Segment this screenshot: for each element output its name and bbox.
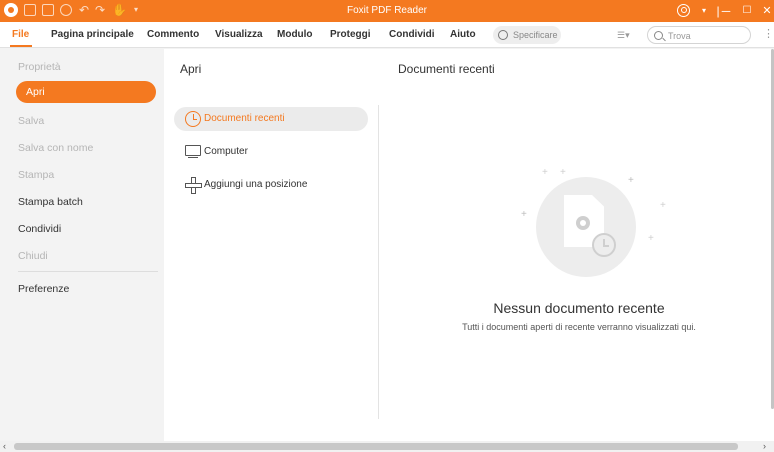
tab-modulo[interactable]: Modulo (277, 29, 313, 40)
sparkle-icon: + (521, 209, 527, 220)
title-bar: ↶ ↷ ✋ ▾ Foxit PDF Reader ▾ | ─ ☐ ✕ (0, 0, 774, 22)
sparkle-icon: + (628, 175, 634, 186)
search-input[interactable] (668, 29, 748, 42)
tell-me-placeholder: Specificare (513, 30, 558, 40)
sparkle-icon: + (648, 233, 654, 244)
foxit-logo-icon (576, 216, 590, 230)
close-button[interactable]: ✕ (756, 2, 774, 20)
sidebar-item-chiudi[interactable]: Chiudi (18, 250, 48, 262)
scroll-left-icon[interactable]: ‹ (3, 441, 6, 452)
location-documenti-recenti[interactable]: Documenti recenti (174, 107, 368, 131)
search-icon (654, 31, 663, 40)
foxit-window: ↶ ↷ ✋ ▾ Foxit PDF Reader ▾ | ─ ☐ ✕ File … (0, 0, 774, 452)
location-aggiungi-posizione[interactable]: Aggiungi una posizione (174, 173, 368, 197)
sidebar-item-stampa[interactable]: Stampa (18, 169, 54, 181)
sidebar-item-salva-con-nome[interactable]: Salva con nome (18, 142, 93, 154)
location-label: Documenti recenti (204, 113, 285, 124)
empty-state-title: Nessun documento recente (493, 300, 665, 316)
tab-pagina-principale[interactable]: Pagina principale (51, 29, 134, 40)
sidebar-item-salva[interactable]: Salva (18, 115, 44, 127)
sidebar-item-preferenze[interactable]: Preferenze (18, 283, 69, 295)
sparkle-icon: + (660, 200, 666, 211)
sidebar-item-proprieta[interactable]: Proprietà (18, 61, 61, 73)
user-account-icon[interactable] (677, 4, 690, 17)
recent-pane-title: Documenti recenti (398, 62, 495, 76)
empty-state-illustration (536, 177, 636, 277)
clock-icon (185, 111, 201, 127)
active-tab-indicator (10, 45, 32, 47)
tab-proteggi[interactable]: Proteggi (330, 29, 371, 40)
window-title: Foxit PDF Reader (346, 5, 428, 16)
location-computer[interactable]: Computer (174, 140, 368, 164)
sparkle-icon: + (542, 167, 548, 178)
pane-divider (378, 105, 379, 419)
horizontal-scroll-thumb[interactable] (14, 443, 738, 450)
tell-me-box[interactable]: Specificare (493, 26, 561, 44)
sidebar-item-condividi[interactable]: Condividi (18, 223, 61, 235)
location-label: Aggiungi una posizione (204, 179, 308, 190)
tab-visualizza[interactable]: Visualizza (215, 29, 263, 40)
computer-icon (185, 145, 201, 159)
backstage-content: Apri Documenti recenti Computer Aggiungi… (164, 49, 774, 441)
tab-condividi[interactable]: Condividi (389, 29, 435, 40)
sidebar-item-label: Apri (26, 86, 45, 98)
scroll-right-icon[interactable]: › (763, 441, 766, 452)
layout-options-icon[interactable]: ☰▾ (617, 29, 631, 41)
tab-file[interactable]: File (12, 29, 29, 40)
sidebar-item-stampa-batch[interactable]: Stampa batch (18, 196, 83, 208)
minimize-button[interactable]: ─ (715, 2, 737, 20)
location-label: Computer (204, 146, 248, 157)
maximize-button[interactable]: ☐ (736, 2, 758, 20)
empty-state-subtitle: Tutti i documenti aperti di recente verr… (462, 322, 696, 332)
search-box[interactable] (647, 26, 751, 44)
recent-clock-icon (592, 233, 616, 257)
tab-commento[interactable]: Commento (147, 29, 199, 40)
more-options-icon[interactable]: ⋮ (763, 27, 774, 40)
tab-aiuto[interactable]: Aiuto (450, 29, 476, 40)
horizontal-scrollbar[interactable]: ‹ › (0, 441, 774, 452)
sparkle-icon: + (560, 167, 566, 178)
sidebar-item-apri[interactable]: Apri (16, 81, 156, 103)
open-pane-title: Apri (180, 62, 202, 76)
backstage-sidebar: Proprietà Apri Salva Salva con nome Stam… (8, 49, 164, 441)
add-location-icon (185, 177, 202, 194)
lightbulb-icon (498, 30, 508, 40)
sidebar-divider (18, 271, 158, 272)
